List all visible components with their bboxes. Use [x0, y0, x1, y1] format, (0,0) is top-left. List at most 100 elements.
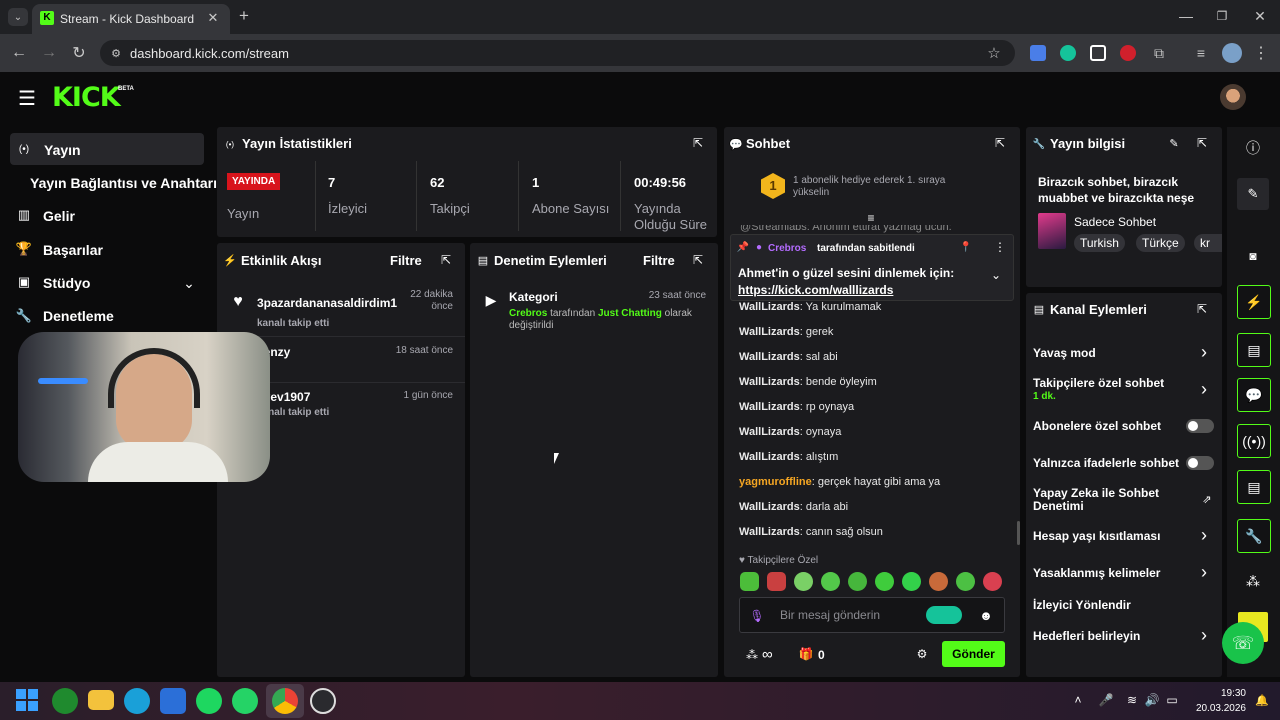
emote-icon[interactable] [740, 572, 759, 591]
chat-username[interactable]: WallLizards [739, 526, 800, 538]
user-avatar[interactable] [1220, 84, 1246, 110]
clock-time[interactable]: 19:30 [1214, 688, 1246, 699]
chat-username[interactable]: WallLizards [739, 426, 800, 438]
xbox-icon[interactable] [52, 688, 78, 714]
battery-icon[interactable]: ▭ [1164, 692, 1180, 708]
chat-scrollbar[interactable] [1017, 521, 1020, 545]
chat-settings-icon[interactable]: ⚙ [914, 646, 930, 662]
points-rail-icon[interactable]: ⁂ [1243, 571, 1263, 591]
site-settings-icon[interactable]: ⚙ [108, 45, 124, 61]
extension-box-icon[interactable] [1090, 45, 1106, 61]
chat-username[interactable]: WallLizards [739, 401, 800, 413]
chevron-down-icon[interactable]: ⌄ [180, 274, 198, 292]
sidebar-item-studyo[interactable]: Stüdyo [43, 275, 90, 291]
browser-menu-icon[interactable]: ⋮ [1252, 44, 1270, 62]
popout-icon[interactable]: ⇱ [992, 135, 1008, 151]
bookmark-star-icon[interactable]: ☆ [985, 44, 1003, 62]
chevron-right-icon[interactable]: › [1201, 379, 1207, 400]
emote-icon[interactable] [956, 572, 975, 591]
chat-username[interactable]: WallLizards [739, 326, 800, 338]
popout-icon[interactable]: ⇱ [1194, 135, 1210, 151]
hamburger-menu-icon[interactable]: ☰ [16, 88, 38, 110]
chat-username[interactable]: WallLizards [739, 301, 800, 313]
chat-username[interactable]: WallLizards [739, 501, 800, 513]
back-icon[interactable]: ← [8, 42, 30, 64]
filter-lines-icon[interactable]: ≡ [862, 211, 880, 225]
volume-icon[interactable]: 🔊 [1144, 692, 1160, 708]
action-subscribers-chat[interactable]: Abonelere özel sohbet [1033, 419, 1161, 433]
close-tab-icon[interactable]: ✕ [204, 9, 222, 27]
window-close-icon[interactable]: ✕ [1250, 6, 1270, 26]
chat-rail-icon[interactable]: 💬 [1237, 378, 1271, 412]
popout-icon[interactable]: ⇱ [690, 135, 706, 151]
chat-username[interactable]: yagmuroffline [739, 476, 812, 488]
screenshot-icon[interactable]: ◙ [1243, 246, 1263, 266]
tag-chip[interactable]: kr [1194, 234, 1222, 252]
emote-icon[interactable] [821, 572, 840, 591]
channel-rail-icon[interactable]: ▤ [1237, 470, 1271, 504]
kick-logo[interactable]: KICK [52, 82, 121, 113]
edit-icon[interactable]: ✎ [1237, 178, 1269, 210]
forward-icon[interactable]: → [38, 42, 60, 64]
reload-icon[interactable]: ↻ [68, 42, 90, 64]
gift-icon[interactable]: 🎁 [798, 646, 814, 662]
activity-rail-icon[interactable]: ⚡ [1237, 285, 1271, 319]
extensions-puzzle-icon[interactable]: ⧉ [1150, 44, 1168, 62]
emote-icon[interactable] [767, 572, 786, 591]
address-bar[interactable]: ⚙ dashboard.kick.com/stream ☆ [100, 40, 1015, 66]
chevron-right-icon[interactable]: › [1201, 562, 1207, 583]
store-icon[interactable] [160, 688, 186, 714]
spotify-icon[interactable] [196, 688, 222, 714]
clock-date[interactable]: 20.03.2026 [1194, 703, 1246, 714]
edit-icon[interactable]: ✎ [1166, 135, 1182, 151]
emote-icon[interactable] [929, 572, 948, 591]
chevron-down-icon[interactable]: ⌄ [989, 268, 1003, 282]
chevron-right-icon[interactable]: › [1201, 342, 1207, 363]
moderation-rail-icon[interactable]: ▤ [1237, 333, 1271, 367]
mic-icon[interactable]: 🎙 [749, 607, 764, 625]
tray-chevron-icon[interactable]: ˄ [1070, 692, 1086, 708]
activity-filter-button[interactable]: Filtre [390, 253, 422, 268]
chrome-icon[interactable] [272, 688, 298, 714]
sidebar-item-yayin[interactable]: (•) Yayın [10, 133, 204, 165]
grammarly-icon[interactable] [926, 606, 962, 624]
support-chat-icon[interactable]: ☏ [1222, 622, 1264, 664]
chat-username[interactable]: WallLizards [739, 451, 800, 463]
send-button[interactable]: Gönder [942, 641, 1005, 667]
action-ai-moderation[interactable]: Yapay Zeka ile Sohbet Denetimi [1033, 487, 1173, 513]
popout-icon[interactable]: ⇱ [1194, 301, 1210, 317]
emote-icon[interactable] [902, 572, 921, 591]
popout-icon[interactable]: ⇱ [690, 252, 706, 268]
chat-username[interactable]: WallLizards [739, 376, 800, 388]
notification-icon[interactable]: 🔔 [1254, 692, 1270, 708]
extension-translate-icon[interactable] [1030, 45, 1046, 61]
emote-icon[interactable] [875, 572, 894, 591]
start-icon[interactable] [16, 689, 38, 711]
restore-icon[interactable]: ❐ [1212, 6, 1232, 26]
unpin-icon[interactable]: 📍 [959, 240, 973, 254]
whatsapp-icon[interactable] [232, 688, 258, 714]
popout-icon[interactable]: ⇱ [438, 252, 454, 268]
action-slow-mode[interactable]: Yavaş mod [1033, 346, 1096, 360]
moderation-filter-button[interactable]: Filtre [643, 253, 675, 268]
chevron-right-icon[interactable]: › [1201, 625, 1207, 646]
tag-chip[interactable]: Turkish [1074, 234, 1125, 252]
extension-grammarly-icon[interactable] [1060, 45, 1076, 61]
broadcast-rail-icon[interactable]: ((•)) [1237, 424, 1271, 458]
sidebar-item-gelir[interactable]: Gelir [43, 208, 75, 224]
sidebar-item-stream-key[interactable]: Yayın Bağlantısı ve Anahtarı [30, 175, 217, 191]
reading-list-icon[interactable]: ≡ [1192, 44, 1210, 62]
external-link-icon[interactable]: ⇗ [1200, 492, 1214, 506]
emote-icon[interactable] [848, 572, 867, 591]
action-followers-chat[interactable]: Takipçilere özel sohbet [1033, 376, 1164, 390]
chevron-right-icon[interactable]: › [1201, 525, 1207, 546]
pinned-link[interactable]: https://kick.com/walllizards [738, 283, 893, 297]
mic-tray-icon[interactable]: 🎤 [1098, 692, 1114, 708]
action-raid[interactable]: İzleyici Yönlendir [1033, 598, 1131, 612]
chat-input[interactable]: 🎙 Bir mesaj gönderin ☻ [739, 597, 1005, 633]
new-tab-icon[interactable]: + [234, 6, 254, 26]
more-icon[interactable]: ⋮ [993, 240, 1007, 254]
action-account-age[interactable]: Hesap yaşı kısıtlaması [1033, 529, 1160, 543]
emoji-icon[interactable]: ☻ [978, 607, 994, 623]
wrench-rail-icon[interactable]: 🔧 [1237, 519, 1271, 553]
